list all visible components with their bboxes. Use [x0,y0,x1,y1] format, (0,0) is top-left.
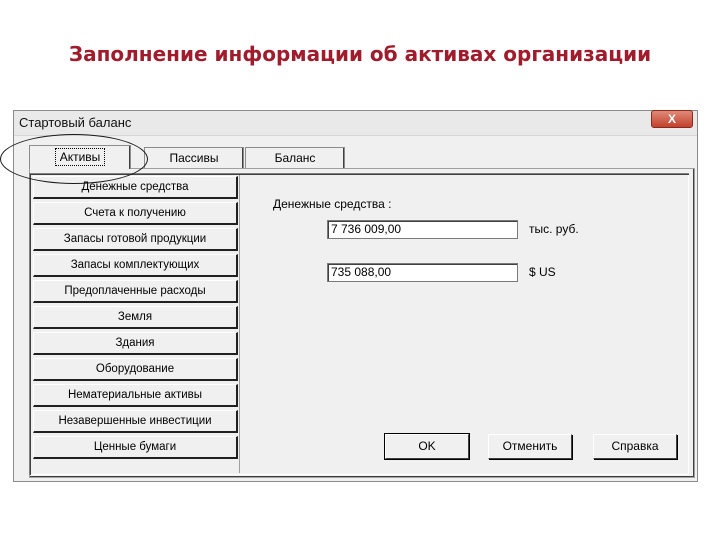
highlight-ellipse [0,134,148,184]
category-equipment[interactable]: Оборудование [33,358,238,381]
tab-balance-label: Баланс [274,151,316,165]
category-buildings[interactable]: Здания [33,332,238,355]
category-receivables[interactable]: Счета к получению [33,202,238,225]
tab-liabilities[interactable]: Пассивы [144,147,244,168]
category-land[interactable]: Земля [33,306,238,329]
title-bar: Стартовый баланс X [14,110,697,136]
rub-amount-input[interactable]: 7 736 009,00 [327,220,518,239]
rub-unit-label: тыс. руб. [529,222,579,236]
category-investments[interactable]: Незавершенные инвестиции [33,410,238,433]
close-icon: X [667,112,676,126]
category-securities[interactable]: Ценные бумаги [33,436,238,459]
category-components[interactable]: Запасы комплектующих [33,254,238,277]
usd-unit-label: $ US [529,265,556,279]
category-finished-goods[interactable]: Запасы готовой продукции [33,228,238,251]
category-prepaid-expenses[interactable]: Предоплаченные расходы [33,280,238,303]
close-button[interactable]: X [651,110,693,128]
field-caption: Денежные средства : [273,197,392,211]
cancel-button[interactable]: Отменить [488,434,572,459]
slide-title: Заполнение информации об активах организ… [68,42,652,66]
window-title: Стартовый баланс [19,115,132,130]
category-intangibles[interactable]: Нематериальные активы [33,384,238,407]
usd-amount-input[interactable]: 735 088,00 [327,263,518,282]
tab-balance[interactable]: Баланс [245,147,345,168]
tab-liabilities-label: Пассивы [169,151,219,165]
help-button[interactable]: Справка [593,434,677,459]
ok-button[interactable]: OK [384,433,470,460]
